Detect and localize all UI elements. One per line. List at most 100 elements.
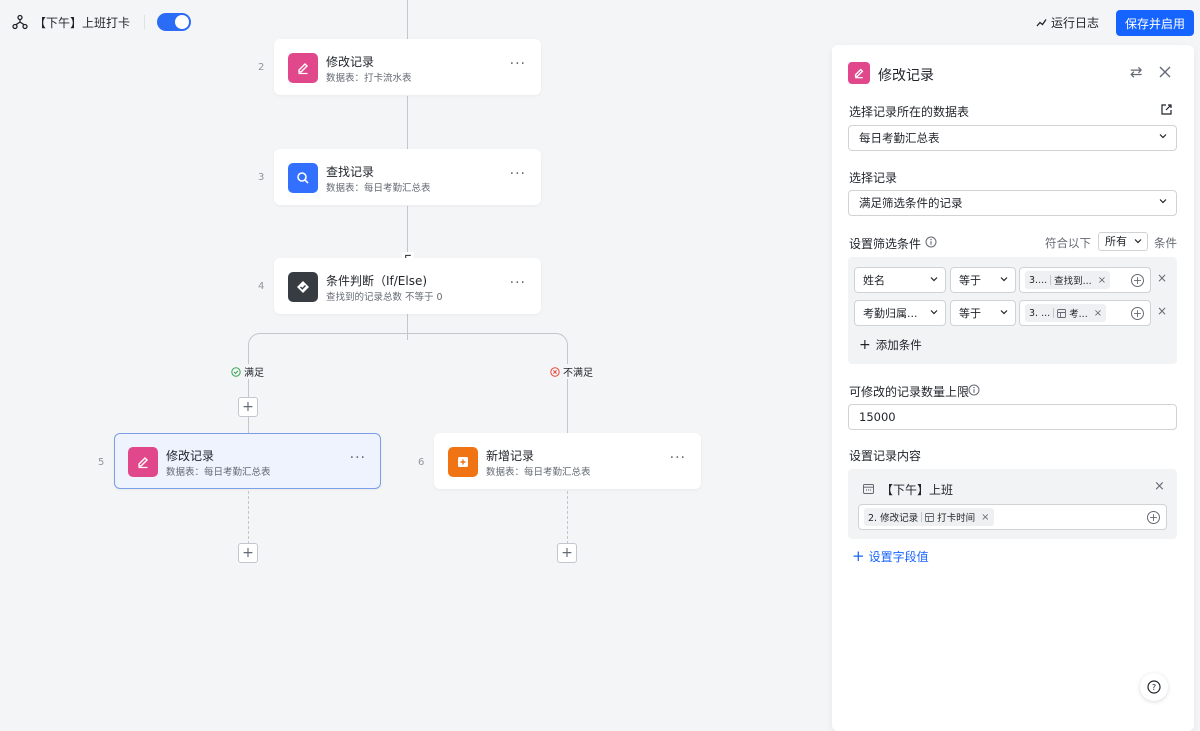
table-select[interactable]: 每日考勤汇总表 (848, 125, 1177, 151)
info-icon[interactable] (968, 384, 980, 396)
node-subtitle: 数据表：每日考勤汇总表 (326, 183, 431, 194)
content-value-input[interactable]: 2. 修改记录 打卡时间 × + (858, 504, 1167, 530)
svg-text:?: ? (1152, 683, 1156, 692)
chevron-down-icon (1159, 199, 1167, 204)
node-subtitle: 查找到的记录总数 不等于 0 (326, 292, 443, 303)
match-mode-select[interactable]: 所有 (1098, 232, 1148, 251)
add-value-icon[interactable]: + (1131, 274, 1144, 287)
condition-operator-select[interactable]: 等于 (950, 267, 1016, 293)
node-subtitle: 数据表：每日考勤汇总表 (166, 467, 271, 478)
trend-icon (1036, 19, 1047, 27)
help-button[interactable]: ? (1140, 673, 1168, 701)
add-field-value-button[interactable]: + 设置字段值 (852, 548, 929, 565)
edit-icon (288, 53, 318, 83)
tag-step: 3. ... (1029, 307, 1051, 319)
edit-icon (848, 62, 870, 84)
swap-icon[interactable]: ⇄ (1130, 63, 1143, 81)
plus-icon: + (859, 337, 871, 353)
chevron-down-icon (930, 277, 938, 282)
node-title: 条件判断（If/Else) (326, 274, 428, 288)
remove-condition-icon[interactable]: × (1157, 304, 1167, 318)
flow-node-add-record[interactable]: 新增记录 数据表：每日考勤汇总表 ··· (434, 433, 701, 489)
remove-condition-icon[interactable]: × (1157, 271, 1167, 285)
step-number: 3 (258, 172, 265, 183)
record-label: 选择记录 (849, 171, 898, 185)
node-title: 查找记录 (326, 165, 375, 179)
chevron-down-icon (1000, 277, 1008, 282)
info-icon[interactable] (925, 236, 937, 248)
flow-node-find-record[interactable]: 查找记录 数据表：每日考勤汇总表 ··· (274, 149, 541, 205)
close-icon[interactable] (1158, 65, 1172, 79)
more-icon[interactable]: ··· (350, 450, 366, 466)
condition-operator-select[interactable]: 等于 (950, 300, 1016, 326)
more-icon[interactable]: ··· (510, 166, 526, 182)
tag-field: 考... (1069, 309, 1088, 320)
add-condition-label: 添加条件 (875, 338, 922, 352)
toggle-knob (175, 15, 189, 29)
record-limit-input[interactable]: 15000 (848, 404, 1177, 430)
reference-tag[interactable]: 2. 修改记录 打卡时间 × (864, 508, 994, 526)
table-icon (925, 512, 935, 522)
condition-value-input[interactable]: 3.... 查找到... × + (1019, 267, 1151, 293)
add-step-button[interactable]: + (557, 543, 577, 563)
content-label: 设置记录内容 (849, 449, 922, 463)
add-condition-button[interactable]: + 添加条件 (859, 337, 922, 353)
condition-value-input[interactable]: 3. ... 考... × + (1019, 300, 1151, 326)
check-circle-icon (231, 366, 241, 377)
node-subtitle: 数据表：打卡流水表 (326, 73, 412, 84)
chevron-down-icon (930, 310, 938, 315)
more-icon[interactable]: ··· (510, 56, 526, 72)
tag-remove-icon[interactable]: × (981, 512, 989, 523)
tag-separator (1053, 308, 1055, 318)
connector-dashed (248, 491, 249, 544)
table-label: 选择记录所在的数据表 (849, 105, 970, 119)
filter-label: 设置筛选条件 (849, 237, 922, 251)
node-title: 新增记录 (486, 449, 535, 463)
reference-tag[interactable]: 3. ... 考... × (1025, 304, 1107, 322)
reference-tag[interactable]: 3.... 查找到... × (1025, 271, 1111, 289)
close-circle-icon (550, 366, 560, 377)
add-value-icon[interactable]: + (1131, 307, 1144, 320)
flow-node-update-record[interactable]: 修改记录 数据表：打卡流水表 ··· (274, 39, 541, 95)
panel-title: 修改记录 (878, 68, 934, 84)
add-field-value-label: 设置字段值 (868, 550, 929, 564)
step-number: 4 (258, 281, 265, 292)
table-icon (1057, 308, 1067, 318)
more-icon[interactable]: ··· (670, 450, 686, 466)
save-enable-button[interactable]: 保存并启用 (1116, 10, 1194, 36)
connector-dashed (567, 491, 568, 544)
tag-remove-icon[interactable]: × (1094, 308, 1102, 319)
divider (144, 15, 145, 29)
flow-node-condition[interactable]: 条件判断（If/Else) 查找到的记录总数 不等于 0 ··· (274, 258, 541, 314)
remove-field-icon[interactable]: × (1154, 479, 1165, 494)
add-step-button[interactable]: + (238, 543, 258, 563)
run-log-label: 运行日志 (1051, 16, 1100, 30)
record-select[interactable]: 满足筛选条件的记录 (848, 190, 1177, 216)
more-icon[interactable]: ··· (510, 275, 526, 291)
add-step-button[interactable]: + (238, 397, 258, 417)
workflow-enable-toggle[interactable] (157, 13, 191, 31)
condition-icon (288, 272, 318, 302)
flow-node-update-record-selected[interactable]: 修改记录 数据表：每日考勤汇总表 ··· (114, 433, 381, 489)
condition-field-select[interactable]: 考勤归属... (854, 300, 946, 326)
condition-operator: 等于 (959, 307, 981, 320)
node-title: 修改记录 (166, 449, 215, 463)
workflow-canvas[interactable]: ⊏ 2 修改记录 数据表：打卡流水表 ··· 3 查找记录 数据表：每日考勤汇总… (0, 0, 830, 731)
branch-label-text: 不满足 (563, 368, 593, 379)
plus-icon: + (852, 547, 865, 565)
config-panel: 修改记录 ⇄ 选择记录所在的数据表 每日考勤汇总表 选择记录 满足筛选条件的记录… (832, 45, 1194, 731)
branch-label-no: 不满足 (548, 364, 595, 379)
help-icon: ? (1147, 680, 1161, 694)
workflow-title[interactable]: 【下午】上班打卡 (34, 14, 130, 31)
run-log-button[interactable]: 运行日志 (1036, 14, 1099, 31)
node-title: 修改记录 (326, 55, 375, 69)
condition-field-select[interactable]: 姓名 (854, 267, 946, 293)
external-link-icon[interactable] (1160, 103, 1173, 116)
branch-connector-right (407, 333, 568, 353)
node-subtitle: 数据表：每日考勤汇总表 (486, 467, 591, 478)
match-suffix: 条件 (1154, 236, 1177, 250)
limit-label: 可修改的记录数量上限 (849, 385, 970, 399)
connector (407, 96, 408, 150)
add-value-icon[interactable]: + (1147, 511, 1160, 524)
tag-remove-icon[interactable]: × (1098, 275, 1106, 286)
